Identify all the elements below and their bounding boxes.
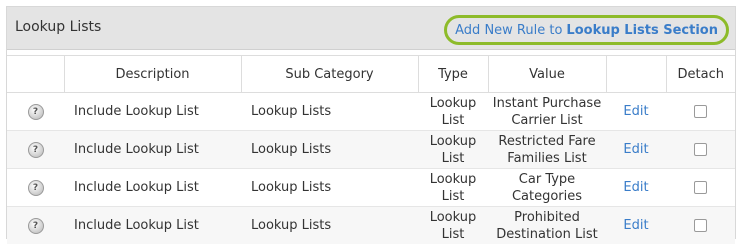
col-header-value: Value xyxy=(487,55,606,93)
add-new-rule-link[interactable]: Add New Rule to Lookup Lists Section xyxy=(444,15,729,45)
row-sub-category: Lookup Lists xyxy=(241,168,418,207)
table-row: ? Include Lookup List Lookup Lists Looku… xyxy=(7,92,735,131)
table-row: ? Include Lookup List Lookup Lists Looku… xyxy=(7,206,735,244)
col-header-sub-category: Sub Category xyxy=(240,55,418,93)
row-sub-category: Lookup Lists xyxy=(241,130,418,169)
row-sub-category: Lookup Lists xyxy=(241,206,418,244)
table-row: ? Include Lookup List Lookup Lists Looku… xyxy=(7,168,735,207)
help-icon[interactable]: ? xyxy=(27,142,44,158)
edit-link[interactable]: Edit xyxy=(623,218,648,233)
edit-link[interactable]: Edit xyxy=(623,104,648,119)
row-sub-category: Lookup Lists xyxy=(241,92,418,131)
lookup-lists-panel: Lookup Lists Add New Rule to Lookup List… xyxy=(6,6,736,244)
detach-checkbox[interactable] xyxy=(694,219,707,232)
row-type: Lookup List xyxy=(418,92,488,131)
col-header-action xyxy=(605,55,666,93)
panel-header: Lookup Lists Add New Rule to Lookup List… xyxy=(7,7,735,50)
col-header-detach: Detach xyxy=(665,55,735,93)
row-value: Instant Purchase Carrier List xyxy=(488,92,606,131)
detach-checkbox[interactable] xyxy=(694,143,707,156)
edit-link[interactable]: Edit xyxy=(623,180,648,195)
row-type: Lookup List xyxy=(418,206,488,244)
table-row: ? Include Lookup List Lookup Lists Looku… xyxy=(7,130,735,169)
row-type: Lookup List xyxy=(418,168,488,207)
col-header-help xyxy=(7,55,64,93)
col-header-description: Description xyxy=(63,55,241,93)
add-rule-prefix: Add New Rule to xyxy=(455,22,563,38)
panel-title: Lookup Lists xyxy=(15,19,102,35)
edit-link[interactable]: Edit xyxy=(623,142,648,157)
help-icon[interactable]: ? xyxy=(27,180,44,196)
row-description: Include Lookup List xyxy=(64,92,241,131)
help-icon[interactable]: ? xyxy=(27,218,44,234)
add-rule-section: Lookup Lists Section xyxy=(566,22,718,38)
row-value: Restricted Fare Families List xyxy=(488,130,606,169)
row-value: Car Type Categories xyxy=(488,168,606,207)
detach-checkbox[interactable] xyxy=(694,105,707,118)
row-value: Prohibited Destination List xyxy=(488,206,606,244)
help-icon[interactable]: ? xyxy=(27,104,44,120)
table-header-row: Description Sub Category Type Value Deta… xyxy=(7,55,735,93)
row-type: Lookup List xyxy=(418,130,488,169)
row-description: Include Lookup List xyxy=(64,130,241,169)
row-description: Include Lookup List xyxy=(64,206,241,244)
row-description: Include Lookup List xyxy=(64,168,241,207)
col-header-type: Type xyxy=(417,55,488,93)
lookup-lists-table: Description Sub Category Type Value Deta… xyxy=(7,55,735,244)
detach-checkbox[interactable] xyxy=(694,181,707,194)
